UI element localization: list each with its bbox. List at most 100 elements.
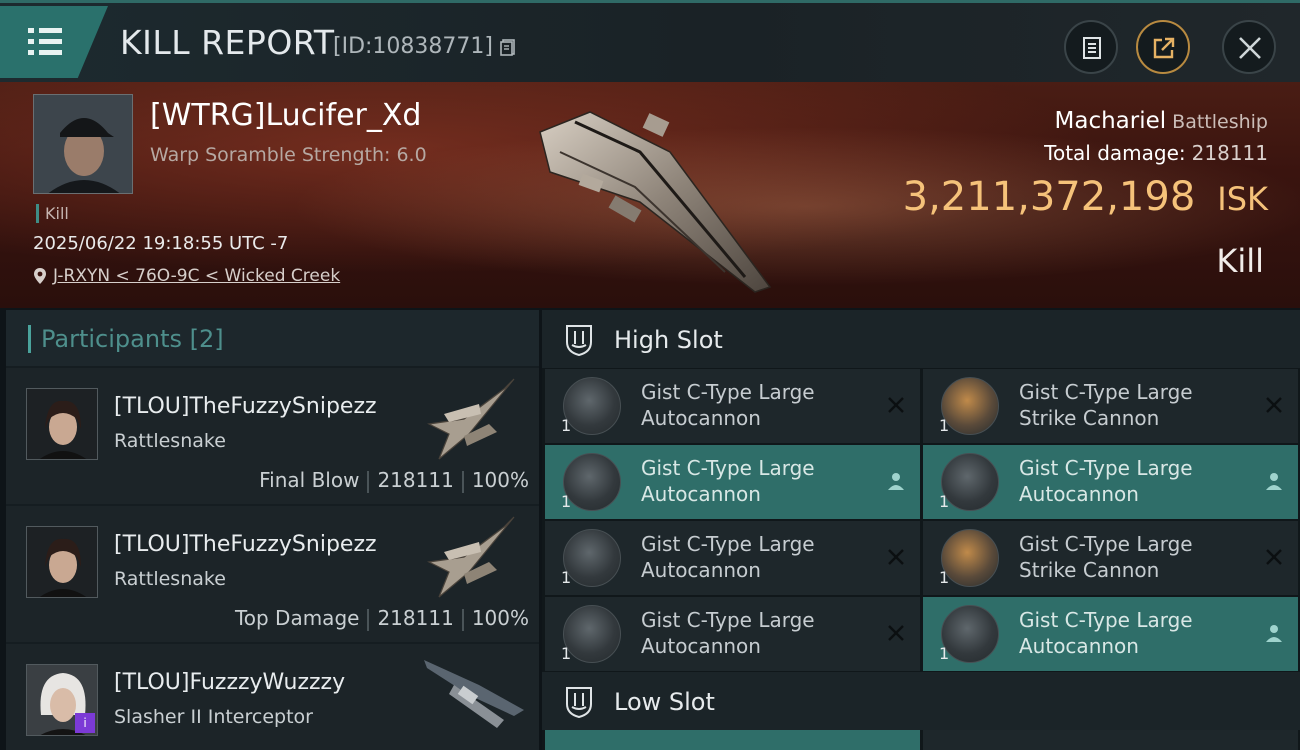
isk-value: 3,211,372,198 ISK (903, 174, 1268, 220)
x-icon (888, 625, 904, 641)
person-icon (1266, 473, 1282, 490)
share-icon (1153, 37, 1175, 59)
participant-row[interactable]: i [TLOU]FuzzzyWuzzzy Slasher II Intercep… (6, 644, 539, 750)
participant-ship-image (427, 378, 515, 460)
participant-name[interactable]: [TLOU]TheFuzzySnipezz (114, 394, 377, 419)
victim-name[interactable]: [WTRG]Lucifer_Xd (150, 98, 421, 133)
module-name: Gist C-Type Large Autocannon (641, 531, 871, 583)
menu-button[interactable] (0, 6, 108, 78)
isk-amount: 3,211,372,198 (902, 174, 1196, 220)
victim-avatar[interactable] (33, 94, 133, 194)
total-damage: Total damage: 218111 (1044, 141, 1268, 165)
module-name-line2: Autocannon (1019, 482, 1139, 506)
report-id: [ID:10838771] (333, 34, 493, 59)
module-slot[interactable]: 1 Gist C-Type Large Autocannon (545, 597, 920, 671)
slot-shield-icon (566, 325, 592, 356)
participant-ship-image (424, 660, 524, 728)
participant-stats: Final Blow 218111 100% (259, 468, 529, 493)
close-button[interactable] (1222, 20, 1276, 74)
module-slot[interactable]: 1 Gist C-Type Large Autocannon (545, 369, 920, 443)
module-name-line1: Gist C-Type Large (1019, 608, 1193, 632)
module-quantity: 1 (561, 644, 572, 663)
module-slot[interactable]: 1 Gist C-Type Large Autocannon (923, 597, 1298, 671)
module-quantity: 1 (561, 568, 572, 587)
module-name-line1: Gist C-Type Large (641, 456, 815, 480)
victim-ship-image (539, 111, 772, 293)
autocannon-icon (941, 453, 999, 511)
participants-label: Participants [2] (28, 325, 224, 353)
clipboard-icon (1083, 37, 1101, 59)
kill-location[interactable]: J-RXYN < 76O-9C < Wicked Creek (33, 266, 340, 286)
module-quantity: 1 (561, 492, 572, 511)
module-slot[interactable]: 1 Gist C-Type Large Autocannon (545, 445, 920, 519)
low-slot-header: Low Slot (542, 672, 1300, 730)
module-quantity: 1 (939, 416, 950, 435)
participant-row[interactable]: [TLOU]TheFuzzySnipezz Rattlesnake Top Da… (6, 506, 539, 642)
participant-damage: 218111 (377, 468, 454, 492)
share-button[interactable] (1136, 20, 1190, 74)
participants-panel: Participants [2] [TLOU]TheFuzzySnipezz R… (6, 310, 539, 750)
participant-avatar[interactable] (26, 388, 98, 460)
module-slot-partial[interactable] (545, 730, 920, 750)
ship-name: Machariel (1054, 108, 1167, 134)
x-icon (888, 397, 904, 413)
participant-percent: 100% (471, 606, 529, 630)
participants-title: Participants (41, 325, 182, 353)
low-slot-label: Low Slot (614, 688, 715, 716)
kill-tag: Kill (36, 204, 69, 223)
page-title: KILL REPORT (120, 23, 335, 62)
participant-name[interactable]: [TLOU]TheFuzzySnipezz (114, 532, 377, 557)
module-name-line1: Gist C-Type Large (1019, 456, 1193, 480)
module-quantity: 1 (939, 644, 950, 663)
participant-ship-image (427, 516, 515, 598)
module-name-line2: Autocannon (641, 634, 761, 658)
clipboard-button[interactable] (1064, 20, 1118, 74)
module-slot[interactable]: 1 Gist C-Type Large Autocannon (545, 521, 920, 595)
participants-count: [2] (189, 325, 224, 353)
module-slot[interactable]: 1 Gist C-Type Large Strike Cannon (923, 521, 1298, 595)
module-name-line2: Autocannon (641, 558, 761, 582)
module-quantity: 1 (939, 568, 950, 587)
module-name: Gist C-Type Large Strike Cannon (1019, 379, 1249, 431)
participant-name[interactable]: [TLOU]FuzzzyWuzzzy (114, 670, 345, 695)
x-icon (888, 549, 904, 565)
participant-badge: i (75, 713, 95, 733)
module-name-line2: Autocannon (641, 482, 761, 506)
module-name-line1: Gist C-Type Large (641, 380, 815, 404)
location-link[interactable]: J-RXYN < 76O-9C < Wicked Creek (53, 266, 340, 286)
strike-cannon-icon (941, 529, 999, 587)
warp-scramble-strength: Warp Soramble Strength: 6.0 (150, 144, 427, 166)
kill-datetime: 2025/06/22 19:18:55 UTC -7 (33, 233, 289, 254)
person-icon (1266, 625, 1282, 642)
high-slot-label: High Slot (614, 326, 723, 354)
isk-unit: ISK (1217, 180, 1268, 218)
module-name: Gist C-Type Large Autocannon (1019, 455, 1249, 507)
slot-shield-icon (566, 687, 592, 718)
participant-avatar[interactable] (26, 526, 98, 598)
victim-ship: Machariel Battleship (1055, 108, 1268, 134)
participant-damage: 218111 (377, 606, 454, 630)
module-name-line1: Gist C-Type Large (641, 608, 815, 632)
module-name-line1: Gist C-Type Large (1019, 532, 1193, 556)
participant-stats: Top Damage 218111 100% (235, 606, 529, 631)
module-slot[interactable]: 1 Gist C-Type Large Autocannon (923, 445, 1298, 519)
ship-class: Battleship (1172, 111, 1268, 133)
module-name: Gist C-Type Large Autocannon (1019, 607, 1249, 659)
participant-percent: 100% (471, 468, 529, 492)
module-name: Gist C-Type Large Autocannon (641, 455, 871, 507)
module-quantity: 1 (939, 492, 950, 511)
module-slot-partial[interactable] (923, 730, 1298, 750)
high-slot-header: High Slot (542, 310, 1300, 368)
total-damage-value: 218111 (1191, 141, 1268, 165)
strike-cannon-icon (941, 377, 999, 435)
location-pin-icon (34, 268, 46, 284)
module-name-line2: Autocannon (1019, 634, 1139, 658)
module-slot[interactable]: 1 Gist C-Type Large Strike Cannon (923, 369, 1298, 443)
autocannon-icon (563, 453, 621, 511)
participant-avatar[interactable]: i (26, 664, 98, 736)
copy-icon[interactable] (500, 39, 515, 56)
participant-role: Final Blow (259, 468, 360, 492)
participant-row[interactable]: [TLOU]TheFuzzySnipezz Rattlesnake Final … (6, 368, 539, 504)
module-name-line2: Strike Cannon (1019, 558, 1160, 582)
module-name-line1: Gist C-Type Large (1019, 380, 1193, 404)
